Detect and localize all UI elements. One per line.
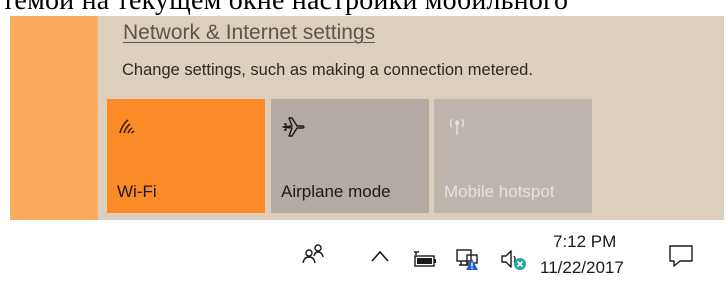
- airplane-mode-label: Airplane mode: [281, 182, 391, 201]
- clock-date[interactable]: 11/22/2017: [540, 258, 624, 278]
- notifications-icon[interactable]: [668, 244, 694, 273]
- airplane-mode-tile[interactable]: Airplane mode: [271, 99, 429, 213]
- volume-muted-icon[interactable]: [500, 247, 528, 276]
- battery-icon[interactable]: [413, 250, 437, 273]
- wifi-label: Wi-Fi: [117, 182, 157, 201]
- hotspot-icon: [444, 115, 470, 142]
- wifi-tile[interactable]: Wi-Fi: [107, 99, 265, 213]
- wifi-icon: [117, 115, 141, 140]
- network-flyout: Network & Internet settings Change setti…: [10, 16, 724, 220]
- mobile-hotspot-label: Mobile hotspot: [444, 182, 555, 201]
- chevron-up-icon[interactable]: [370, 249, 390, 268]
- people-icon[interactable]: [302, 242, 326, 271]
- accent-strip: [10, 16, 98, 220]
- network-warning-icon[interactable]: [455, 247, 481, 276]
- airplane-icon: [281, 115, 307, 144]
- taskbar: 7:12 PM 11/22/2017: [0, 220, 728, 284]
- background-text-fragment: темой на текущем окне настройки мобильно…: [0, 0, 728, 16]
- clock-time[interactable]: 7:12 PM: [553, 232, 616, 252]
- mobile-hotspot-tile[interactable]: Mobile hotspot: [434, 99, 592, 213]
- network-settings-link[interactable]: Network & Internet settings: [123, 21, 375, 45]
- background-text: темой на текущем окне настройки мобильно…: [2, 0, 569, 16]
- settings-description: Change settings, such as making a connec…: [122, 61, 533, 79]
